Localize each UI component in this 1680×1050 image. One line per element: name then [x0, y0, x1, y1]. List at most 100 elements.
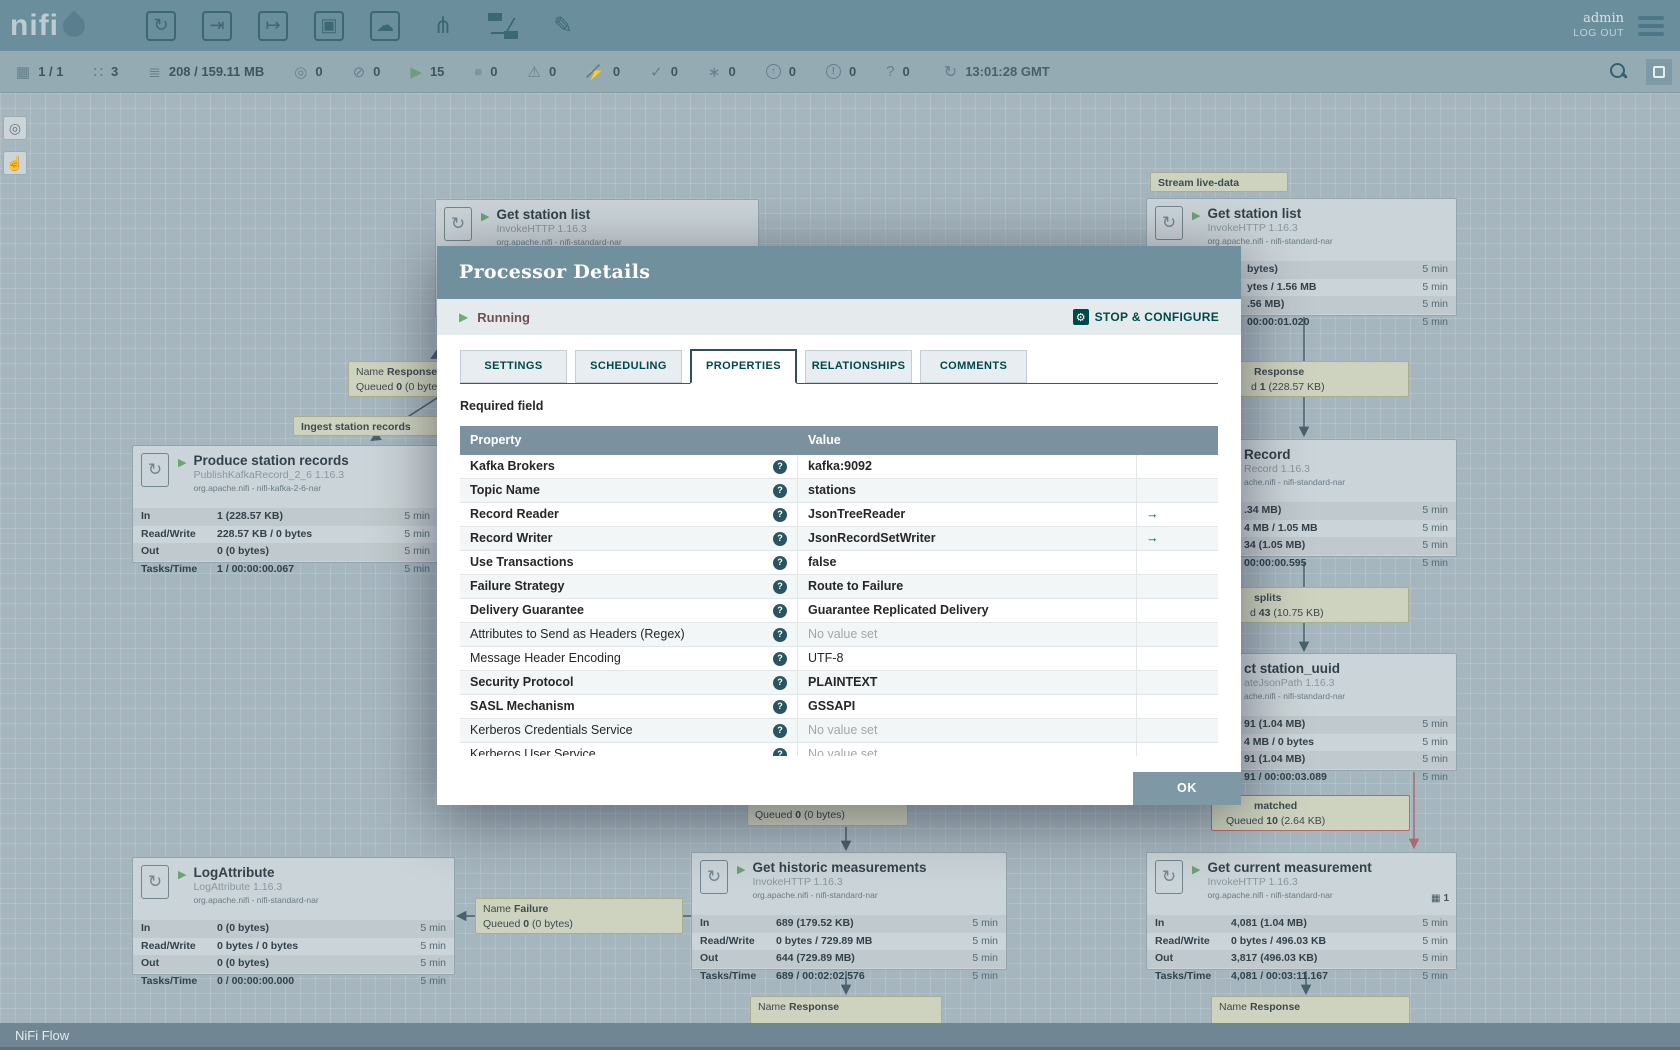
- settings-panel-icon[interactable]: [1646, 58, 1672, 85]
- process-group-icon[interactable]: ▣: [314, 10, 344, 41]
- stat-label: Read/Write: [700, 934, 755, 947]
- processor-type-icon: ↻: [1155, 206, 1183, 240]
- stat-value: 4 MB / 1.05 MB: [1244, 521, 1318, 534]
- tab-scheduling[interactable]: SCHEDULING: [575, 350, 682, 383]
- property-name-cell: Record Writer?: [460, 527, 798, 550]
- help-icon[interactable]: ?: [773, 579, 787, 594]
- help-icon[interactable]: ?: [773, 603, 787, 618]
- property-name: Kerberos Credentials Service: [470, 723, 633, 737]
- stat-period: 5 min: [420, 957, 446, 969]
- breadcrumb[interactable]: NiFi Flow: [15, 1028, 69, 1043]
- status-sync-failure-count: 0: [902, 64, 910, 79]
- processor-type: InvokeHTTP 1.16.3: [1207, 222, 1298, 234]
- tab-settings[interactable]: SETTINGS: [460, 350, 567, 383]
- property-value: No value set: [798, 623, 1137, 646]
- template-icon[interactable]: [486, 9, 520, 43]
- help-icon[interactable]: ?: [773, 483, 787, 498]
- gear-icon: ⚙: [1072, 309, 1089, 325]
- processor-icon[interactable]: ↻: [146, 10, 176, 41]
- properties-table: Property Value Kafka Brokers? kafka:9092 T…: [460, 426, 1218, 756]
- stat-row: In 0 (0 bytes) 5 min: [133, 920, 454, 938]
- help-icon[interactable]: ?: [773, 675, 787, 690]
- stat-row: Tasks/Time 4,081 / 00:03:11.167 5 min: [1147, 968, 1456, 986]
- stat-period: 5 min: [972, 952, 998, 964]
- processor-log-attribute[interactable]: ↻ ▶ LogAttribute LogAttribute 1.16.3 org.apa…: [132, 857, 455, 987]
- user-area: admin LOG OUT: [1573, 11, 1624, 41]
- help-icon[interactable]: ?: [773, 459, 787, 474]
- property-name: Record Reader: [470, 507, 559, 521]
- help-icon[interactable]: ?: [773, 531, 787, 546]
- output-port-icon[interactable]: ↦: [258, 10, 288, 41]
- last-refresh[interactable]: ↻ 13:01:28 GMT: [944, 62, 1050, 82]
- connection-label-failure[interactable]: Name Failure Queued 0 (0 bytes): [475, 898, 683, 934]
- property-name-cell: Record Reader?: [460, 503, 798, 526]
- up-to-date-icon: ✓: [650, 63, 663, 81]
- funnel-icon[interactable]: ⋔: [426, 9, 460, 43]
- stat-row: Out 3,817 (496.03 KB) 5 min: [1147, 950, 1456, 968]
- stat-label: In: [141, 510, 151, 522]
- stat-period: 5 min: [1422, 753, 1448, 765]
- stat-row: Tasks/Time 0 / 00:00:00.000 5 min: [133, 973, 454, 991]
- label-text: Failure: [513, 903, 549, 915]
- property-row: Topic Name? stations: [460, 479, 1218, 503]
- help-icon[interactable]: ?: [773, 627, 787, 642]
- center-view-button[interactable]: ◎: [3, 116, 27, 140]
- stat-label: Read/Write: [141, 939, 196, 952]
- stat-row: Read/Write 228.57 KB / 0 bytes 5 min: [133, 526, 438, 544]
- input-port-icon[interactable]: ⇥: [202, 10, 232, 41]
- stat-value: 228.57 KB / 0 bytes: [217, 527, 313, 540]
- stat-row: Tasks/Time 1 / 00:00:00.067 5 min: [133, 561, 438, 579]
- connection-label-queued-mid[interactable]: Queued 0 (0 bytes): [747, 804, 908, 826]
- queued-icon: ≣: [148, 63, 161, 81]
- connection-label-stream-live-data[interactable]: Stream live-data: [1150, 172, 1288, 192]
- processor-get-current-measurement[interactable]: ↻ ▶ Get current measurement InvokeHTTP 1.16…: [1146, 852, 1457, 982]
- help-icon[interactable]: ?: [773, 507, 787, 522]
- ok-button[interactable]: OK: [1133, 772, 1241, 805]
- property-extra-cell: [1137, 455, 1218, 478]
- processor-type: InvokeHTTP 1.16.3: [496, 223, 587, 235]
- logout-link[interactable]: LOG OUT: [1573, 26, 1624, 41]
- pan-tool-button[interactable]: ☝: [3, 151, 27, 175]
- label-line: Stream live-data: [1158, 176, 1280, 191]
- stat-value: 4 MB / 0 bytes: [1244, 735, 1315, 748]
- running-status-icon: ▶: [178, 457, 187, 469]
- status-stale: ↑ 0: [765, 64, 796, 79]
- label-text: matched: [1254, 800, 1298, 812]
- stat-period: 5 min: [1422, 969, 1448, 982]
- stat-period: 5 min: [1422, 280, 1448, 293]
- stat-value: 689 / 00:02:02.576: [776, 969, 865, 982]
- help-icon[interactable]: ?: [773, 723, 787, 738]
- property-name-cell: Failure Strategy?: [460, 575, 798, 598]
- sync-failure-icon: ?: [886, 63, 895, 80]
- property-extra-cell: [1137, 479, 1218, 502]
- go-to-service-icon[interactable]: →: [1137, 507, 1159, 521]
- help-icon[interactable]: ?: [773, 747, 787, 756]
- stat-row: Tasks/Time 689 / 00:02:02.576 5 min: [692, 968, 1006, 986]
- tab-comments[interactable]: COMMENTS: [920, 350, 1027, 383]
- label-icon[interactable]: ✎: [546, 9, 580, 43]
- label-text: Name: [1219, 1001, 1250, 1013]
- property-row: Record Reader? JsonTreeReader →: [460, 503, 1218, 527]
- help-icon[interactable]: ?: [773, 651, 787, 666]
- processor-produce-station-records[interactable]: ↻ ▶ Produce station records PublishKafkaRec…: [132, 445, 439, 575]
- property-name: SASL Mechanism: [470, 699, 575, 713]
- global-menu-icon[interactable]: [1638, 15, 1664, 36]
- search-icon[interactable]: [1610, 62, 1628, 81]
- stat-label: Tasks/Time: [700, 969, 757, 982]
- help-icon[interactable]: ?: [773, 699, 787, 714]
- go-to-service-icon[interactable]: →: [1137, 531, 1159, 545]
- tab-relationships[interactable]: RELATIONSHIPS: [805, 350, 912, 383]
- label-text: Name: [356, 366, 387, 378]
- connection-label-ingest-station-records[interactable]: Ingest station records: [293, 416, 443, 436]
- stop-and-configure-button[interactable]: ⚙ STOP & CONFIGURE: [1072, 309, 1219, 325]
- remote-process-group-icon[interactable]: ☁: [370, 10, 400, 41]
- help-icon[interactable]: ?: [773, 555, 787, 570]
- stat-label: Tasks/Time: [141, 562, 198, 575]
- processor-type: ateJsonPath 1.16.3: [1244, 677, 1335, 689]
- stat-value: 91 / 00:00:03.089: [1244, 770, 1327, 783]
- processor-get-historic-measurements[interactable]: ↻ ▶ Get historic measurements InvokeHTTP 1.…: [691, 852, 1007, 982]
- stat-period: 5 min: [404, 562, 430, 575]
- tab-properties[interactable]: PROPERTIES: [690, 349, 797, 384]
- label-text: Response: [1254, 366, 1305, 378]
- processor-type: Record 1.16.3: [1244, 463, 1310, 475]
